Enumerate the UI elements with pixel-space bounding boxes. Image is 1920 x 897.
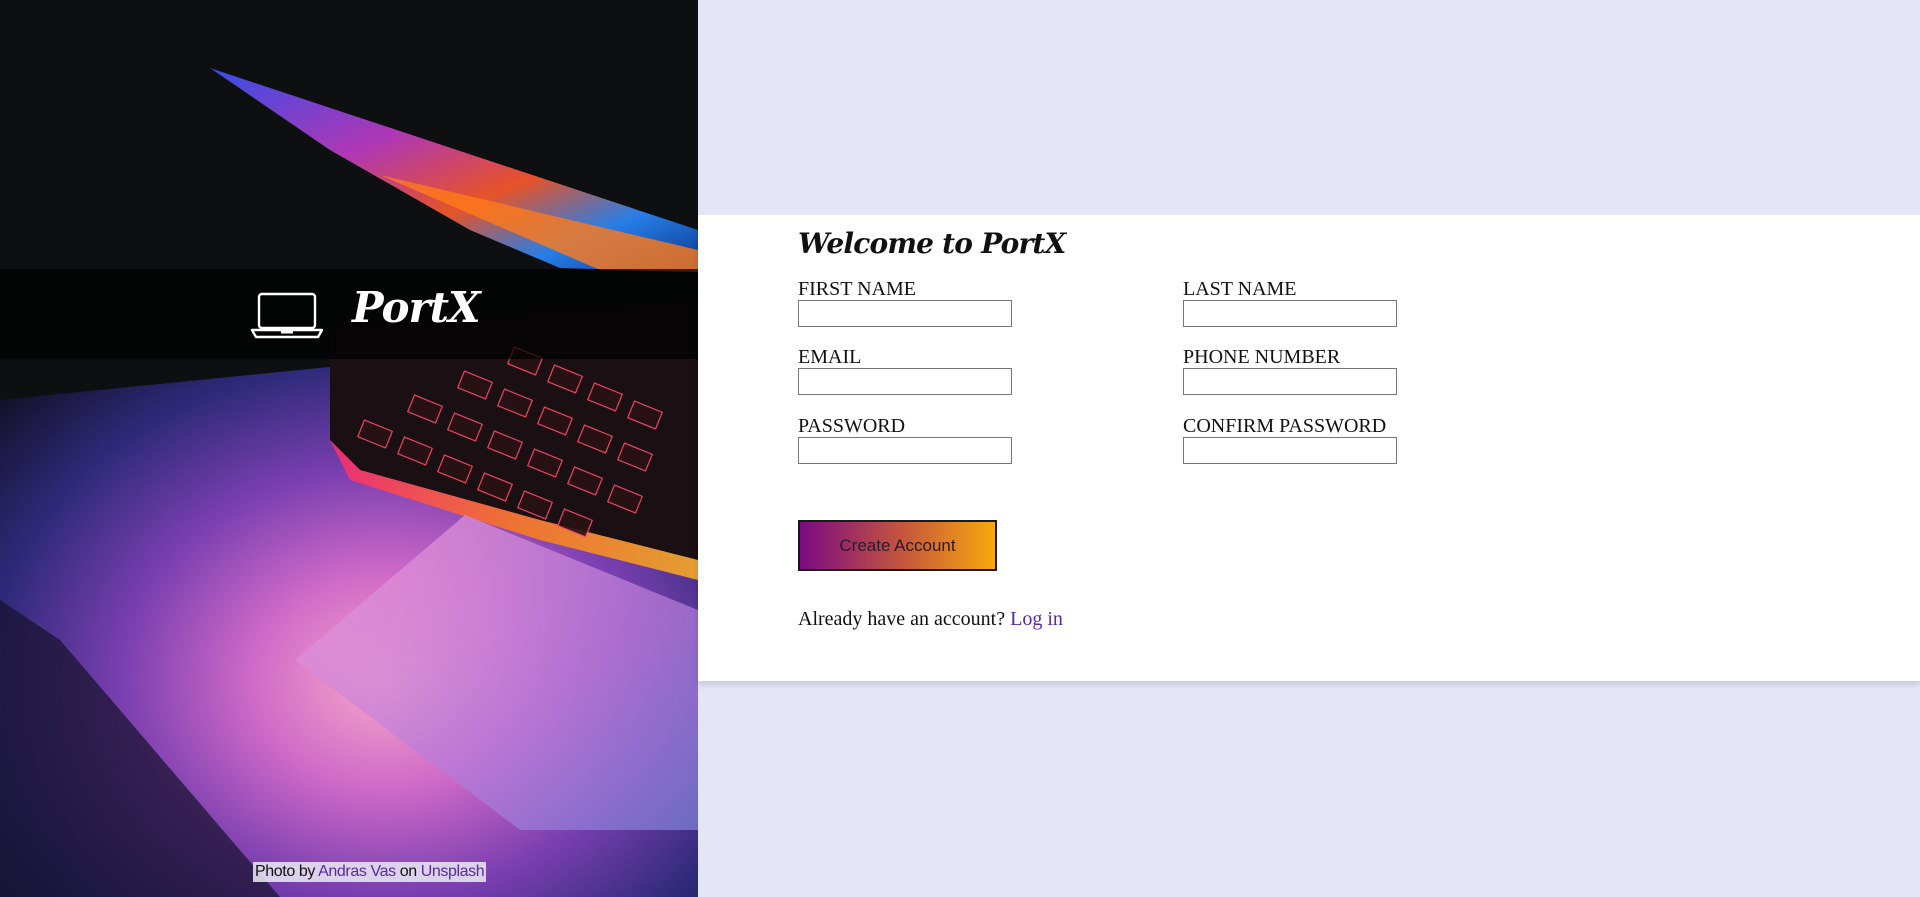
page-title: Welcome to PortX — [798, 227, 1066, 260]
phone-group: PHONE NUMBER — [1183, 347, 1413, 395]
page: PortX Photo by Andras Vas on Unsplash We… — [0, 0, 1920, 897]
credit-site-link[interactable]: Unsplash — [421, 863, 485, 880]
first-name-label: FIRST NAME — [798, 278, 916, 300]
confirm-password-label: CONFIRM PASSWORD — [1183, 415, 1387, 437]
brand-name: PortX — [352, 283, 481, 332]
phone-label: PHONE NUMBER — [1183, 346, 1341, 368]
last-name-group: LAST NAME — [1183, 279, 1413, 327]
first-name-group: FIRST NAME — [798, 279, 1028, 327]
email-field[interactable] — [798, 368, 1012, 395]
password-field[interactable] — [798, 437, 1012, 464]
brand-banner: PortX — [0, 269, 698, 359]
photo-credit: Photo by Andras Vas on Unsplash — [253, 862, 487, 882]
last-name-label: LAST NAME — [1183, 278, 1297, 300]
laptop-icon — [250, 292, 324, 339]
password-label: PASSWORD — [798, 415, 906, 437]
confirm-password-field[interactable] — [1183, 437, 1397, 464]
signup-card: Welcome to PortX FIRST NAME LAST NAME EM… — [698, 215, 1920, 681]
credit-middle: on — [399, 863, 417, 880]
credit-author-link[interactable]: Andras Vas — [318, 863, 396, 880]
email-group: EMAIL — [798, 347, 1028, 395]
login-prompt-text: Already have an account? — [798, 608, 1006, 630]
first-name-field[interactable] — [798, 300, 1012, 327]
confirm-password-group: CONFIRM PASSWORD — [1183, 416, 1413, 464]
last-name-field[interactable] — [1183, 300, 1397, 327]
phone-field[interactable] — [1183, 368, 1397, 395]
login-prompt: Already have an account? Log in — [798, 608, 1063, 631]
create-account-button[interactable]: Create Account — [798, 520, 997, 571]
password-group: PASSWORD — [798, 416, 1028, 464]
hero-image-panel: PortX Photo by Andras Vas on Unsplash — [0, 0, 698, 897]
credit-prefix: Photo by — [255, 863, 315, 880]
email-label: EMAIL — [798, 346, 862, 368]
login-link[interactable]: Log in — [1010, 608, 1063, 630]
laptop-photo — [0, 0, 698, 897]
